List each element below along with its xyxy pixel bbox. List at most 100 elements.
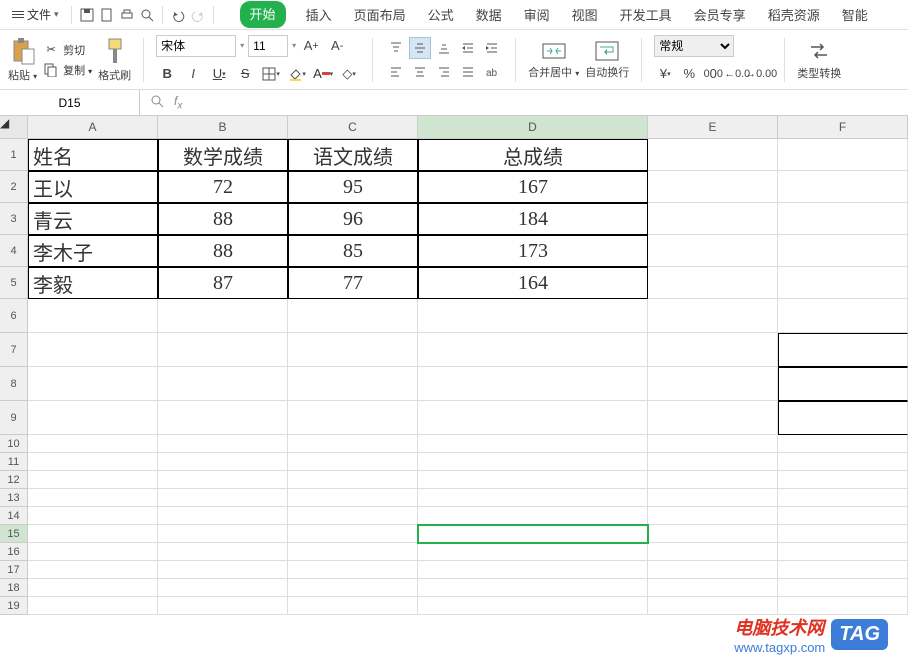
cell-E11[interactable] — [648, 453, 778, 471]
cell-D10[interactable] — [418, 435, 648, 453]
align-middle-icon[interactable] — [409, 37, 431, 59]
row-header-10[interactable]: 10 — [0, 435, 28, 453]
align-right-icon[interactable] — [433, 61, 455, 83]
align-left-icon[interactable] — [385, 61, 407, 83]
cell-A12[interactable] — [28, 471, 158, 489]
percent-icon[interactable]: % — [678, 63, 700, 85]
cell-B5[interactable]: 87 — [158, 267, 288, 299]
cell-C10[interactable] — [288, 435, 418, 453]
cell-D4[interactable]: 173 — [418, 235, 648, 267]
cell-E7[interactable] — [648, 333, 778, 367]
bold-button[interactable]: B — [156, 63, 178, 85]
cell-D6[interactable] — [418, 299, 648, 333]
cell-C3[interactable]: 96 — [288, 203, 418, 235]
cell-E18[interactable] — [648, 579, 778, 597]
cell-C7[interactable] — [288, 333, 418, 367]
cell-C8[interactable] — [288, 367, 418, 401]
indent-increase-icon[interactable] — [481, 37, 503, 59]
cell-E5[interactable] — [648, 267, 778, 299]
cell-E12[interactable] — [648, 471, 778, 489]
border-button[interactable]: ▾ — [260, 63, 282, 85]
cell-F3[interactable] — [778, 203, 908, 235]
cell-A9[interactable] — [28, 401, 158, 435]
cell-A5[interactable]: 李毅 — [28, 267, 158, 299]
cell-A8[interactable] — [28, 367, 158, 401]
align-bottom-icon[interactable] — [433, 37, 455, 59]
cell-F9[interactable] — [778, 401, 908, 435]
cell-C9[interactable] — [288, 401, 418, 435]
cell-C2[interactable]: 95 — [288, 171, 418, 203]
cell-E16[interactable] — [648, 543, 778, 561]
cell-A1[interactable]: 姓名 — [28, 139, 158, 171]
cell-E13[interactable] — [648, 489, 778, 507]
row-header-15[interactable]: 15 — [0, 525, 28, 543]
cell-F13[interactable] — [778, 489, 908, 507]
save-icon[interactable] — [78, 6, 96, 24]
cell-C12[interactable] — [288, 471, 418, 489]
cell-B18[interactable] — [158, 579, 288, 597]
cell-B14[interactable] — [158, 507, 288, 525]
cell-A2[interactable]: 王以 — [28, 171, 158, 203]
cut-button[interactable]: ✂ 剪切 — [43, 42, 92, 58]
cell-F10[interactable] — [778, 435, 908, 453]
row-header-3[interactable]: 3 — [0, 203, 28, 235]
print-icon[interactable] — [118, 6, 136, 24]
cell-B12[interactable] — [158, 471, 288, 489]
cell-E10[interactable] — [648, 435, 778, 453]
row-header-18[interactable]: 18 — [0, 579, 28, 597]
copy-button[interactable]: 复制 ▾ — [43, 62, 92, 78]
merge-center-button[interactable]: 合并居中 ▾ — [528, 40, 579, 80]
row-header-11[interactable]: 11 — [0, 453, 28, 471]
row-header-8[interactable]: 8 — [0, 367, 28, 401]
cell-D11[interactable] — [418, 453, 648, 471]
row-header-13[interactable]: 13 — [0, 489, 28, 507]
column-header-F[interactable]: F — [778, 116, 908, 138]
cell-E2[interactable] — [648, 171, 778, 203]
tab-数据[interactable]: 数据 — [474, 1, 504, 28]
cell-E14[interactable] — [648, 507, 778, 525]
cell-D19[interactable] — [418, 597, 648, 615]
increase-font-icon[interactable]: A+ — [300, 35, 322, 57]
increase-decimal-icon[interactable]: →0.00 — [750, 63, 772, 85]
cell-F16[interactable] — [778, 543, 908, 561]
name-box[interactable] — [0, 90, 140, 115]
cell-B15[interactable] — [158, 525, 288, 543]
row-header-5[interactable]: 5 — [0, 267, 28, 299]
currency-icon[interactable]: ¥ ▾ — [654, 63, 676, 85]
row-header-6[interactable]: 6 — [0, 299, 28, 333]
cell-B8[interactable] — [158, 367, 288, 401]
column-header-C[interactable]: C — [288, 116, 418, 138]
tab-页面布局[interactable]: 页面布局 — [352, 1, 408, 28]
cell-E8[interactable] — [648, 367, 778, 401]
cell-D16[interactable] — [418, 543, 648, 561]
fx-icon[interactable]: fx — [174, 94, 182, 111]
cell-D15[interactable] — [418, 525, 648, 543]
comma-icon[interactable]: 000 — [702, 63, 724, 85]
row-header-4[interactable]: 4 — [0, 235, 28, 267]
column-header-A[interactable]: A — [28, 116, 158, 138]
column-header-D[interactable]: D — [418, 116, 648, 138]
cell-B3[interactable]: 88 — [158, 203, 288, 235]
tab-视图[interactable]: 视图 — [570, 1, 600, 28]
cell-E17[interactable] — [648, 561, 778, 579]
tab-公式[interactable]: 公式 — [426, 1, 456, 28]
cell-B1[interactable]: 数学成绩 — [158, 139, 288, 171]
row-header-9[interactable]: 9 — [0, 401, 28, 435]
cell-E19[interactable] — [648, 597, 778, 615]
cell-C17[interactable] — [288, 561, 418, 579]
paste-button[interactable]: 粘贴 ▾ — [8, 37, 37, 83]
row-header-12[interactable]: 12 — [0, 471, 28, 489]
row-header-17[interactable]: 17 — [0, 561, 28, 579]
cell-F15[interactable] — [778, 525, 908, 543]
cell-E3[interactable] — [648, 203, 778, 235]
row-header-2[interactable]: 2 — [0, 171, 28, 203]
cell-E1[interactable] — [648, 139, 778, 171]
cell-F2[interactable] — [778, 171, 908, 203]
cell-C15[interactable] — [288, 525, 418, 543]
new-icon[interactable] — [98, 6, 116, 24]
fill-color-button[interactable]: ▾ — [286, 63, 308, 85]
format-painter-button[interactable]: 格式刷 — [98, 37, 131, 83]
indent-decrease-icon[interactable] — [457, 37, 479, 59]
cell-F18[interactable] — [778, 579, 908, 597]
cell-F4[interactable] — [778, 235, 908, 267]
